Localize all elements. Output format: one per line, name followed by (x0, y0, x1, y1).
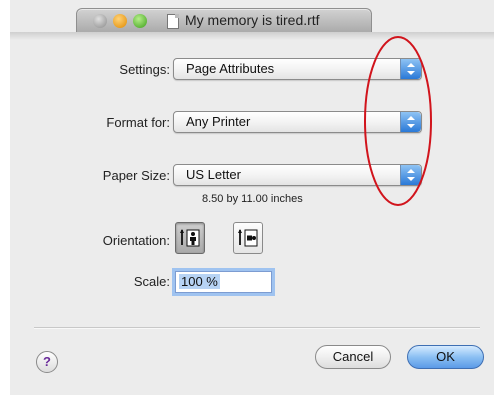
scale-input[interactable]: 100 % (175, 271, 272, 293)
format-for-label: Format for: (106, 115, 170, 130)
landscape-orientation-button[interactable] (233, 222, 263, 254)
landscape-person-icon (238, 229, 258, 247)
minimize-window-button[interactable] (113, 14, 127, 28)
paper-size-popup[interactable]: US Letter (173, 164, 422, 186)
document-icon (167, 14, 179, 29)
help-button[interactable]: ? (36, 351, 58, 373)
settings-popup[interactable]: Page Attributes (173, 58, 422, 80)
ok-button[interactable]: OK (407, 345, 484, 369)
window-titlebar: My memory is tired.rtf (76, 8, 372, 33)
orientation-label: Orientation: (102, 233, 170, 248)
settings-value: Page Attributes (186, 61, 275, 76)
popup-arrows-icon (400, 59, 421, 79)
portrait-orientation-button[interactable] (175, 222, 205, 254)
popup-arrows-icon (400, 165, 421, 185)
page-setup-dialog: My memory is tired.rtf Settings: Page At… (10, 0, 494, 395)
settings-label: Settings: (119, 62, 170, 77)
paper-size-description: 8.50 by 11.00 inches (202, 193, 303, 205)
paper-size-value: US Letter (186, 167, 241, 182)
format-for-popup[interactable]: Any Printer (173, 111, 422, 133)
scale-label: Scale: (133, 274, 170, 289)
scale-value: 100 % (179, 274, 220, 289)
zoom-window-button[interactable] (133, 14, 147, 28)
popup-arrows-icon (400, 112, 421, 132)
divider (34, 327, 480, 329)
format-for-value: Any Printer (186, 114, 251, 129)
cancel-button[interactable]: Cancel (315, 345, 391, 369)
sheet-shadow (10, 32, 494, 40)
portrait-person-icon (180, 229, 200, 247)
paper-size-label: Paper Size: (102, 168, 170, 183)
close-window-button[interactable] (93, 14, 107, 28)
window-title: My memory is tired.rtf (185, 12, 320, 28)
